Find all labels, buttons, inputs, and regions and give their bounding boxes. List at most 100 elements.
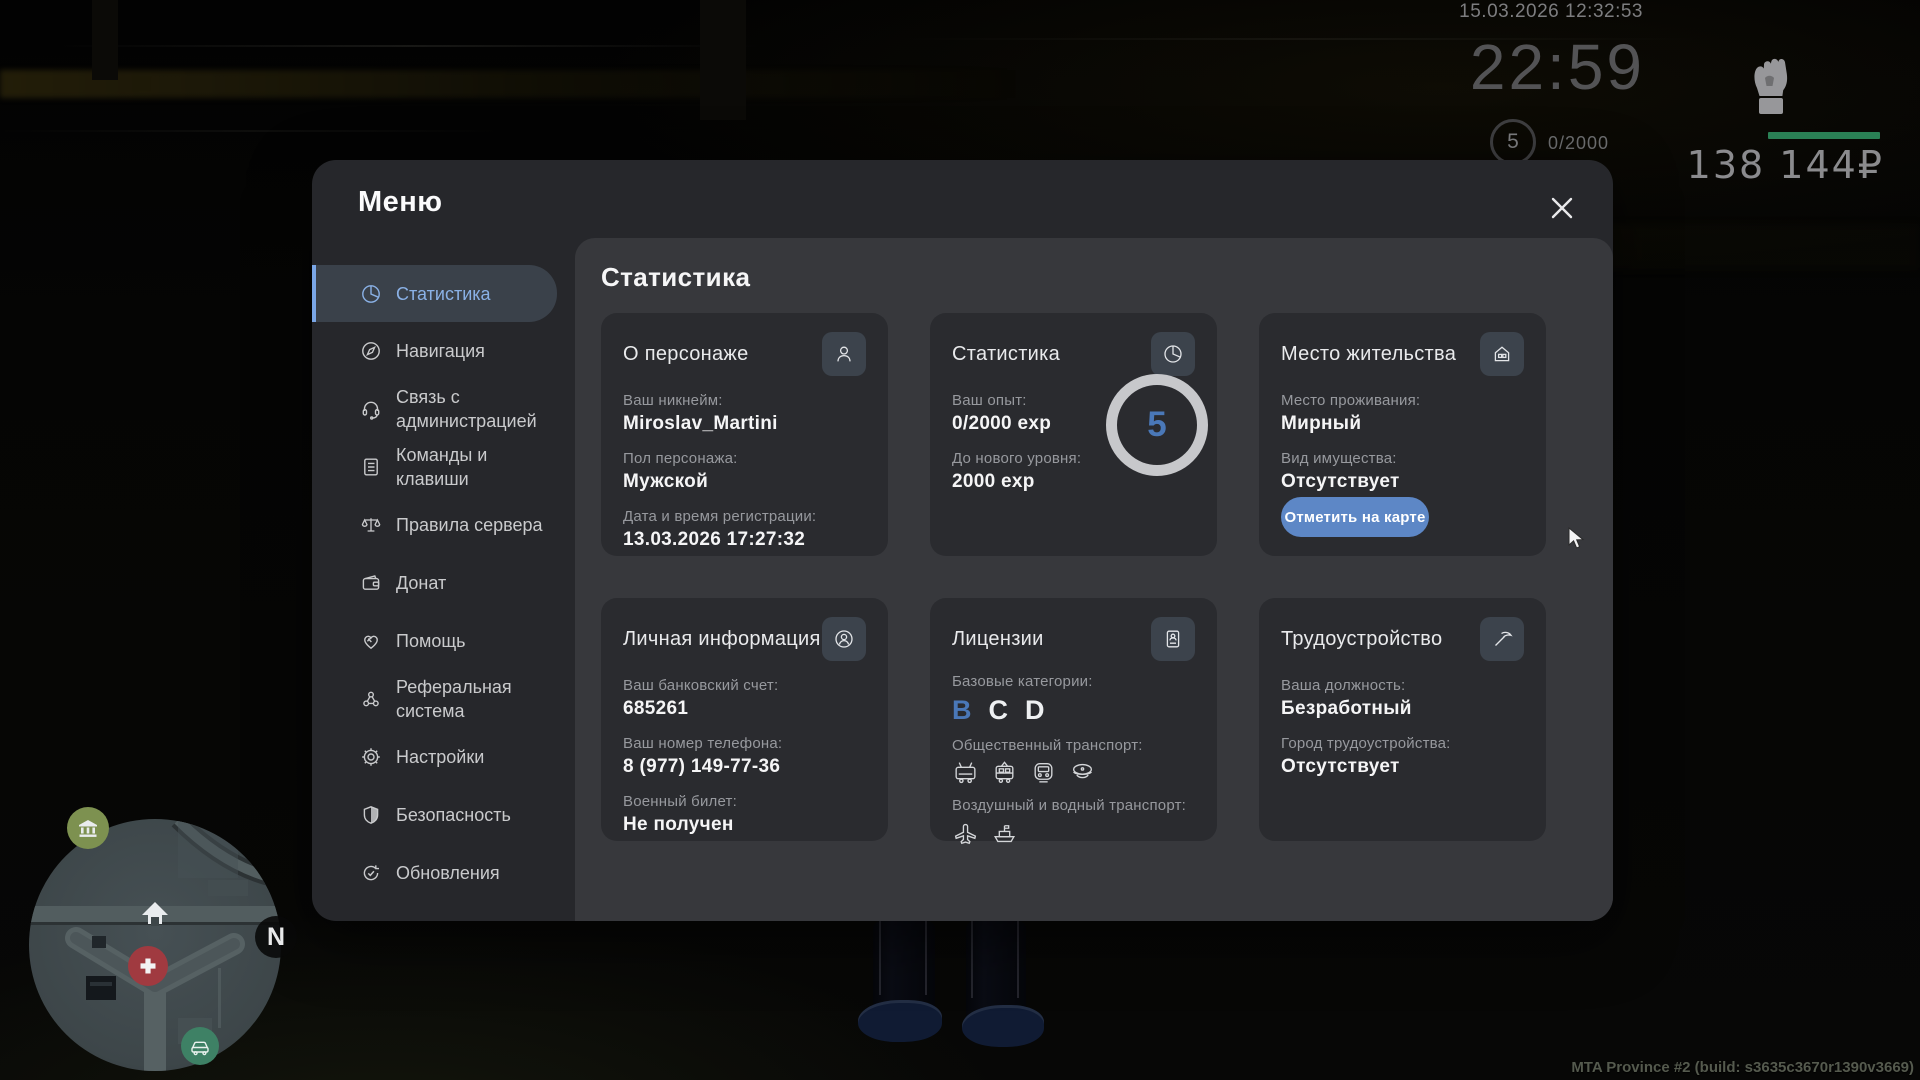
airplane-icon bbox=[954, 823, 977, 845]
headlight-glow bbox=[0, 70, 1200, 98]
field-label: Дата и время регистрации: bbox=[623, 508, 817, 525]
compass-north-badge: N bbox=[255, 916, 297, 958]
sidebar-item-label: Связь с администрацией bbox=[396, 387, 537, 431]
public-transport-icons bbox=[952, 759, 1195, 786]
field-label: Общественный транспорт: bbox=[952, 737, 1143, 754]
hud-level-value: 5 bbox=[1507, 130, 1519, 153]
shield-icon bbox=[363, 806, 379, 824]
tram-icon bbox=[995, 761, 1014, 784]
sidebar-item-label: Статистика bbox=[396, 283, 491, 304]
sidebar-item-referral[interactable]: Реферальная система bbox=[312, 670, 575, 728]
headset-icon bbox=[362, 401, 380, 420]
field-label: Военный билет: bbox=[623, 793, 737, 810]
scales-icon bbox=[361, 518, 381, 532]
field-label: Базовые категории: bbox=[952, 673, 1093, 690]
mark-on-map-button[interactable]: Отметить на карте bbox=[1281, 497, 1429, 537]
card-licenses: Лицензии Базовые категории: B C D Общест… bbox=[930, 598, 1217, 845]
field-value: Не получен bbox=[623, 814, 734, 835]
license-doc-icon bbox=[1151, 617, 1195, 661]
field-label: Ваша должность: bbox=[1281, 677, 1406, 694]
sidebar-item-updates[interactable]: Обновления bbox=[312, 844, 575, 902]
category-D: D bbox=[1025, 695, 1045, 725]
sidebar-item-admin-contact[interactable]: Связь с администрацией bbox=[312, 380, 575, 438]
background-pole bbox=[92, 0, 118, 80]
sidebar-item-donate[interactable]: Донат bbox=[312, 554, 575, 612]
compass-north-label: N bbox=[266, 922, 286, 951]
hud-clock: 22:59 bbox=[1469, 31, 1645, 103]
minimap-map bbox=[29, 819, 281, 1071]
conductor-cap-icon bbox=[1072, 763, 1093, 779]
field-value: 8 (977) 149-77-36 bbox=[623, 756, 781, 777]
card-residence: Место жительства Место проживания: Мирны… bbox=[1259, 313, 1546, 556]
card-title: Статистика bbox=[952, 342, 1061, 365]
metro-icon bbox=[1034, 762, 1053, 783]
light-streak bbox=[0, 130, 500, 132]
trolleybus-icon bbox=[955, 762, 976, 784]
sidebar-item-statistics[interactable]: Статистика bbox=[312, 265, 557, 322]
player-sneaker bbox=[858, 1000, 942, 1042]
field-label: Ваш никнейм: bbox=[623, 392, 723, 409]
hud-exp-bar bbox=[1768, 132, 1880, 139]
sidebar-item-label: Правила сервера bbox=[396, 515, 543, 535]
person-icon bbox=[822, 332, 866, 376]
close-button[interactable] bbox=[1547, 193, 1577, 223]
card-personal-info: Личная информация Ваш банковский счет: 6… bbox=[601, 598, 888, 841]
referral-network-icon bbox=[363, 691, 379, 707]
sidebar-item-commands[interactable]: Команды и клавиши bbox=[312, 438, 575, 496]
field-label: Ваш номер телефона: bbox=[623, 735, 783, 752]
hud-exp-counter: 0/2000 bbox=[1548, 133, 1610, 153]
sidebar-item-help[interactable]: Помощь bbox=[312, 612, 575, 670]
sidebar-item-label: Помощь bbox=[396, 631, 466, 651]
sidebar-item-settings[interactable]: Настройки bbox=[312, 728, 575, 786]
field-value: Отсутствует bbox=[1281, 756, 1400, 777]
pie-chart-icon bbox=[1151, 332, 1195, 376]
gear-icon bbox=[362, 748, 380, 766]
field-value: 685261 bbox=[623, 698, 689, 719]
background-pole bbox=[700, 0, 746, 120]
hud-datetime: 15.03.2026 12:32:53 bbox=[1459, 1, 1643, 22]
field-label: Пол персонажа: bbox=[623, 450, 738, 467]
handshake-heart-icon bbox=[364, 635, 378, 650]
field-label: Город трудоустройства: bbox=[1281, 735, 1451, 752]
sidebar-item-navigation[interactable]: Навигация bbox=[312, 322, 575, 380]
content-panel: Статистика О персонаже Ваш никнейм: Miro… bbox=[575, 238, 1613, 921]
sidebar-item-security[interactable]: Безопасность bbox=[312, 786, 575, 844]
mouse-cursor bbox=[1568, 526, 1585, 556]
card-employment: Трудоустройство Ваша должность: Безработ… bbox=[1259, 598, 1546, 841]
card-statistics: Статистика Ваш опыт: 0/2000 exp До новог… bbox=[930, 313, 1217, 556]
category-C: C bbox=[988, 695, 1009, 725]
field-value: 13.03.2026 17:27:32 bbox=[623, 529, 806, 550]
minimap: N bbox=[28, 807, 297, 1072]
hud-money: 138 144₽ bbox=[1686, 143, 1884, 187]
hospital-blip bbox=[128, 946, 168, 986]
field-value: Мирный bbox=[1281, 413, 1362, 434]
level-ring-value: 5 bbox=[1147, 405, 1167, 444]
sidebar-item-label: Настройки bbox=[396, 747, 485, 767]
sidebar: Статистика Навигация Связь с администрац… bbox=[312, 265, 575, 902]
field-value: Miroslav_Martini bbox=[623, 413, 778, 434]
sidebar-item-label: Безопасность bbox=[396, 805, 511, 825]
sidebar-item-label: Реферальная система bbox=[396, 677, 512, 721]
commands-doc-icon bbox=[364, 458, 378, 476]
field-value: Безработный bbox=[1281, 698, 1412, 719]
field-label: Место проживания: bbox=[1281, 392, 1421, 409]
card-title: Место жительства bbox=[1281, 342, 1457, 365]
compass-icon bbox=[362, 342, 380, 360]
menu-title: Меню bbox=[358, 186, 443, 218]
stats-cards-grid: О персонаже Ваш никнейм: Miroslav_Martin… bbox=[601, 313, 1546, 845]
sidebar-item-server-rules[interactable]: Правила сервера bbox=[312, 496, 575, 554]
field-value: Мужской bbox=[623, 471, 709, 492]
card-title: Личная информация bbox=[623, 627, 821, 650]
card-about-character: О персонаже Ваш никнейм: Miroslav_Martin… bbox=[601, 313, 888, 556]
sidebar-item-label: Команды и клавиши bbox=[396, 445, 488, 489]
content-heading: Статистика bbox=[601, 262, 751, 292]
build-version-label: MTA Province #2 (build: s3635c3670r1390v… bbox=[1571, 1059, 1914, 1076]
field-value: Отсутствует bbox=[1281, 471, 1400, 492]
wallet-icon bbox=[362, 575, 380, 590]
close-icon bbox=[1551, 197, 1573, 219]
person-circle-icon bbox=[822, 617, 866, 661]
update-check-icon bbox=[363, 865, 379, 881]
air-water-transport-icons bbox=[952, 819, 1195, 846]
card-title: Лицензии bbox=[952, 627, 1044, 650]
pickaxe-icon bbox=[1480, 617, 1524, 661]
